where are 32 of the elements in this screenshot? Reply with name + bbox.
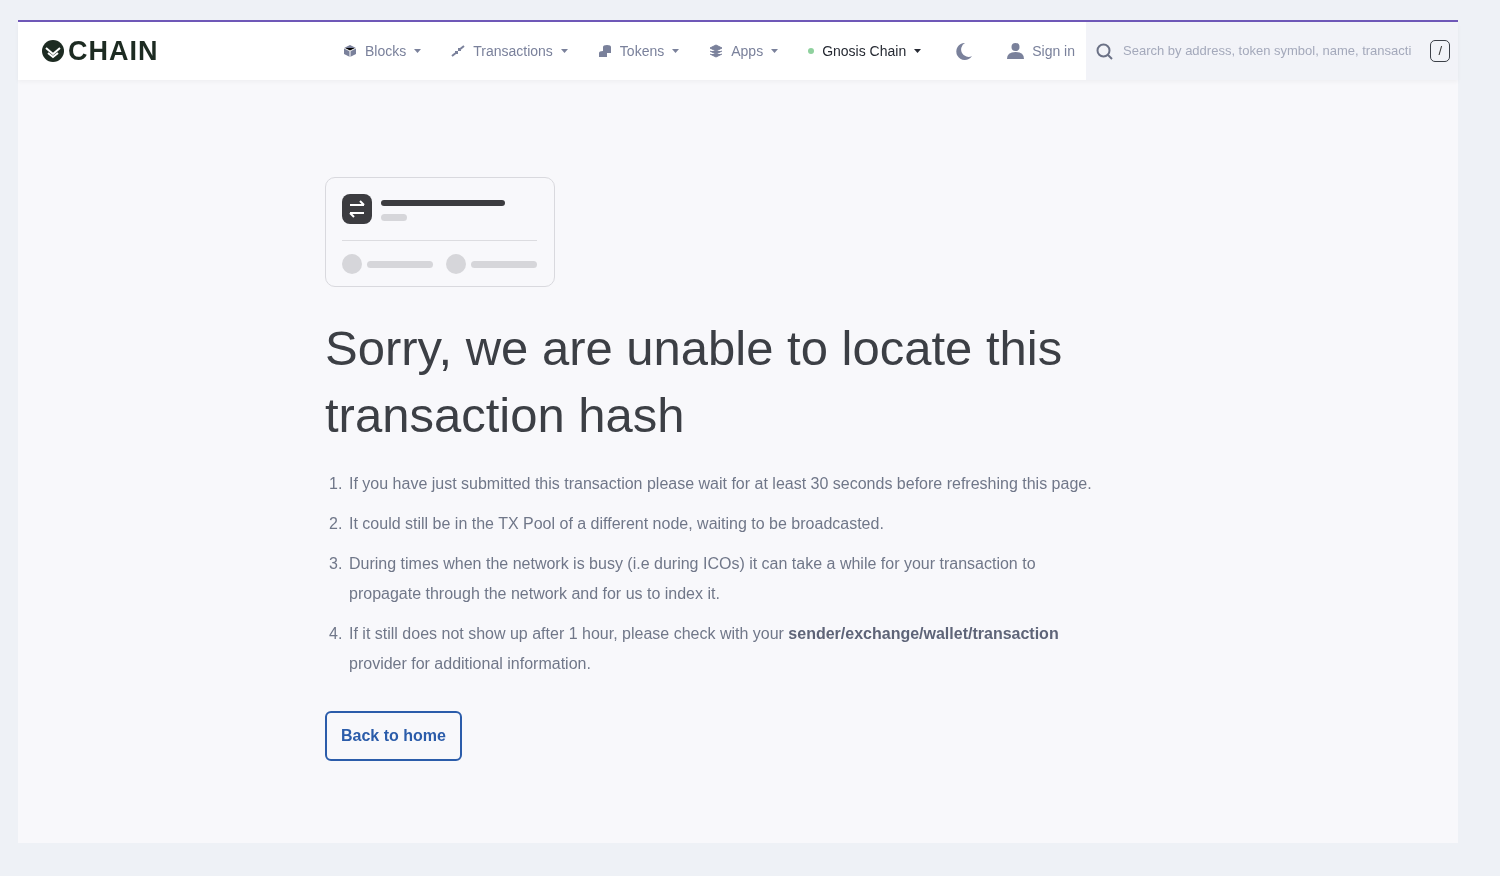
nav-menu[interactable]: Blocks — [332, 40, 441, 62]
coins-icon — [597, 44, 612, 58]
list-number: 4. — [329, 624, 344, 644]
list-number: 3. — [329, 554, 344, 574]
caret-icon — [672, 49, 680, 53]
error-heading: Sorry, we are unable to locate this transaction hash — [325, 320, 1064, 444]
nav-menu[interactable]: Tokens — [586, 40, 699, 62]
shortcut-key: / — [1430, 40, 1450, 62]
nav-menu[interactable]: Transactions — [440, 40, 587, 62]
list-number: 2. — [329, 514, 344, 534]
reason-text: If you have just submitted this transaction please wait for at least 30 seconds before refreshing this page. — [349, 474, 1092, 494]
reason-text: If it still does not show up after 1 hour, please check with your sender/exchange/wallet/transaction provider for additional information. — [349, 624, 1060, 674]
caret-icon — [914, 49, 922, 53]
back-to-home-button[interactable]: Back to home — [325, 711, 462, 761]
nav-menu[interactable]: Apps — [698, 40, 798, 62]
layers-icon — [709, 44, 724, 58]
search-bar[interactable]: Search by address, token symbol, name, transacti / — [1086, 22, 1458, 80]
list-number: 1. — [329, 474, 344, 494]
caret-icon — [414, 49, 422, 53]
logo-icon — [42, 40, 64, 62]
reason-text: It could still be in the TX Pool of a different node, waiting to be broadcasted. — [349, 514, 884, 534]
moon-icon — [956, 43, 973, 61]
network-selector[interactable]: Gnosis Chain — [797, 40, 941, 62]
caret-icon — [560, 49, 568, 53]
search-field[interactable]: Search by address, token symbol, name, transacti — [1121, 40, 1423, 62]
sign-in-link[interactable]: Sign in — [996, 40, 1086, 62]
search-icon — [1096, 42, 1113, 60]
user-icon — [1007, 43, 1025, 59]
caret-icon — [771, 49, 779, 53]
reason-text: During times when the network is busy (i.e during ICOs) it can take a while for your transaction to propagate through the network and for us to index it. — [349, 554, 1037, 604]
cube-icon — [343, 44, 357, 58]
logo[interactable]: CHAIN — [68, 30, 159, 72]
